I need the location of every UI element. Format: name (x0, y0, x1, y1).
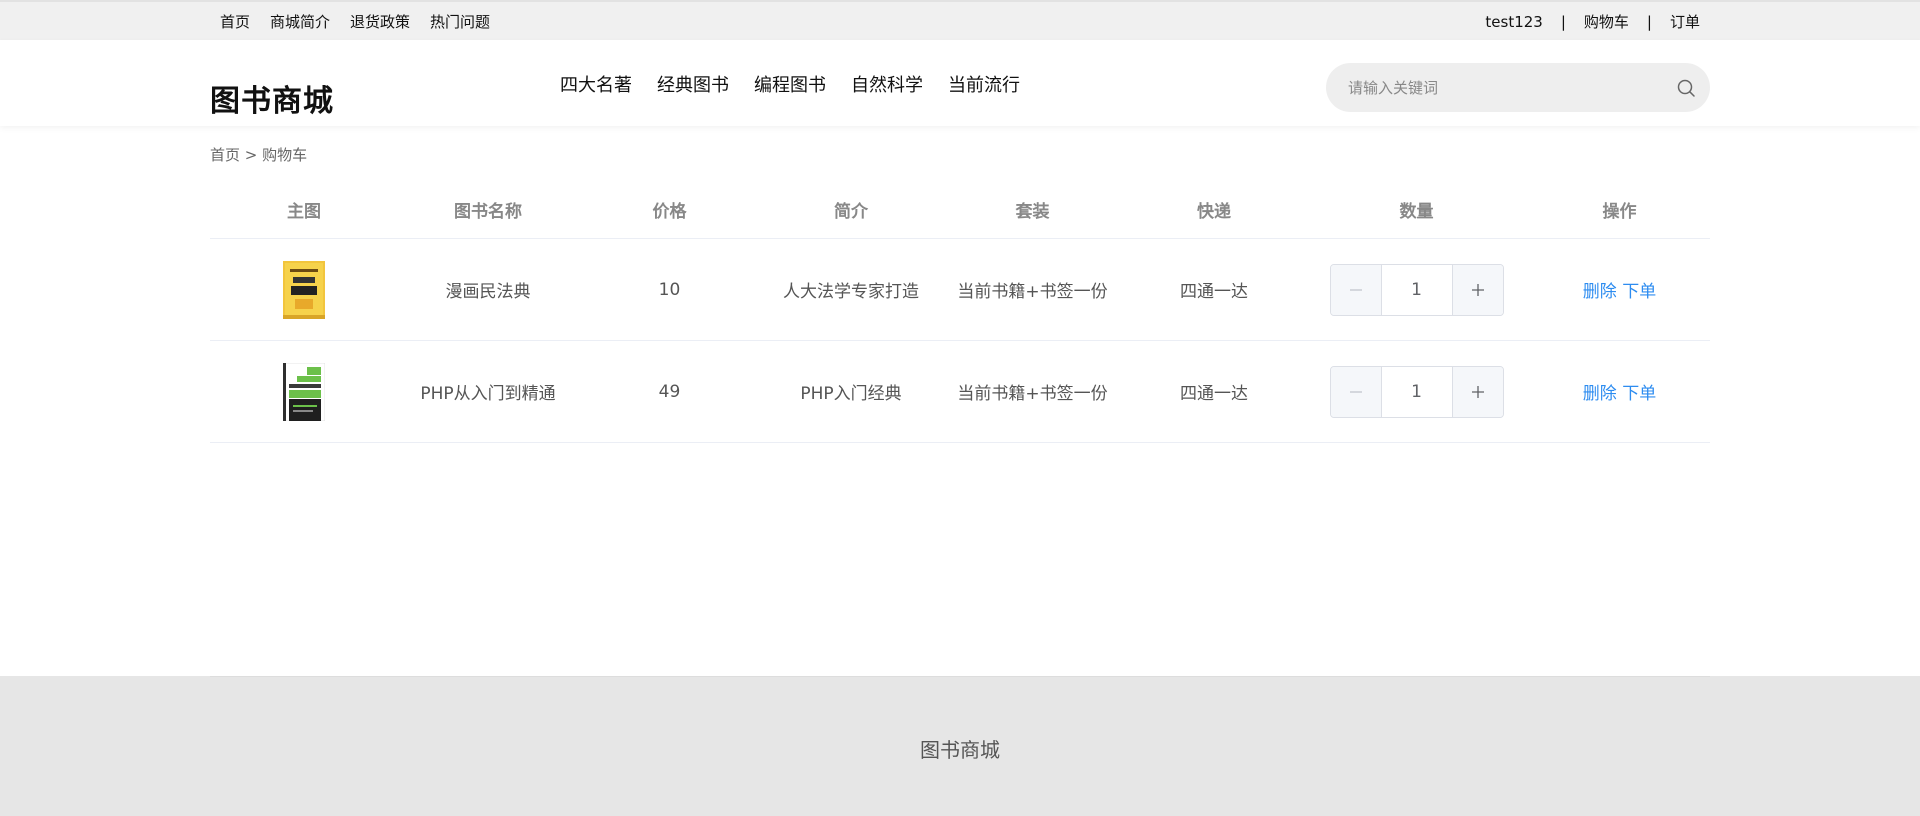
top-bar: 首页 商城简介 退货政策 热门问题 test123 | 购物车 | 订单 (0, 0, 1920, 40)
column-header-intro: 简介 (834, 201, 868, 222)
book-cover-image[interactable] (283, 362, 325, 421)
table-row: PHP从入门到精通 49 PHP入门经典 当前书籍+书签一份 四通一达 1 删除… (210, 341, 1710, 443)
column-header-set: 套装 (1015, 201, 1050, 222)
book-intro: 人大法学专家打造 (783, 282, 919, 302)
nav-item-classics-four[interactable]: 四大名著 (560, 71, 632, 97)
nav-item-science[interactable]: 自然科学 (851, 71, 923, 97)
column-header-name: 图书名称 (454, 201, 522, 222)
top-link-faq[interactable]: 热门问题 (430, 11, 490, 32)
quantity-value[interactable]: 1 (1382, 367, 1452, 417)
footer-divider (210, 676, 1710, 677)
nav-item-trending[interactable]: 当前流行 (948, 71, 1020, 97)
delete-link[interactable]: 删除 (1583, 282, 1617, 302)
separator: | (1560, 12, 1566, 31)
quantity-value[interactable]: 1 (1382, 265, 1452, 315)
quantity-stepper: 1 (1329, 263, 1504, 316)
quantity-stepper: 1 (1329, 365, 1504, 418)
book-price: 10 (658, 279, 681, 300)
book-price: 49 (658, 381, 681, 402)
category-nav: 四大名著 经典图书 编程图书 自然科学 当前流行 (560, 71, 1020, 97)
breadcrumb-current: 购物车 (262, 146, 308, 164)
column-header-express: 快递 (1197, 201, 1231, 222)
row-actions: 删除 下单 (1529, 379, 1710, 404)
increase-button[interactable] (1451, 366, 1503, 417)
cart-link[interactable]: 购物车 (1584, 11, 1629, 32)
site-logo[interactable]: 图书商城 (210, 76, 334, 120)
username-link[interactable]: test123 (1485, 13, 1542, 31)
increase-button[interactable] (1451, 264, 1503, 315)
nav-item-programming[interactable]: 编程图书 (754, 71, 826, 97)
column-header-actions: 操作 (1602, 201, 1637, 222)
column-header-quantity: 数量 (1399, 201, 1434, 222)
column-header-price: 价格 (652, 201, 687, 222)
nav-item-classic-books[interactable]: 经典图书 (657, 71, 729, 97)
search-box (1326, 63, 1710, 112)
header: 图书商城 四大名著 经典图书 编程图书 自然科学 当前流行 (0, 40, 1920, 126)
book-express: 四通一达 (1180, 282, 1248, 302)
search-icon[interactable] (1676, 78, 1696, 98)
decrease-button[interactable] (1330, 264, 1382, 315)
book-express: 四通一达 (1180, 384, 1248, 404)
column-header-image: 主图 (287, 201, 321, 222)
book-set: 当前书籍+书签一份 (957, 282, 1108, 302)
table-row: 漫画民法典 10 人大法学专家打造 当前书籍+书签一份 四通一达 1 删除 下单 (210, 239, 1710, 341)
minus-icon (1349, 390, 1362, 393)
book-intro: PHP入门经典 (800, 384, 902, 404)
book-set: 当前书籍+书签一份 (957, 384, 1108, 404)
minus-icon (1349, 288, 1362, 291)
book-cover-image[interactable] (283, 260, 325, 319)
top-link-returns[interactable]: 退货政策 (350, 11, 410, 32)
footer-brand: 图书商城 (920, 738, 1000, 762)
order-link[interactable]: 下单 (1622, 384, 1656, 404)
delete-link[interactable]: 删除 (1583, 384, 1617, 404)
book-name[interactable]: PHP从入门到精通 (398, 379, 578, 404)
book-name[interactable]: 漫画民法典 (398, 277, 578, 302)
top-link-home[interactable]: 首页 (220, 11, 250, 32)
order-link[interactable]: 下单 (1622, 282, 1656, 302)
search-input[interactable] (1348, 77, 1648, 99)
user-links: test123 | 购物车 | 订单 (1485, 11, 1700, 32)
row-actions: 删除 下单 (1529, 277, 1710, 302)
top-links: 首页 商城简介 退货政策 热门问题 (220, 11, 490, 32)
decrease-button[interactable] (1330, 366, 1382, 417)
cart-table: 主图 图书名称 价格 简介 套装 快递 数量 操作 漫画民法典 10 人大法学专… (210, 180, 1710, 443)
separator: | (1646, 12, 1652, 31)
breadcrumb: 首页 > 购物车 (210, 144, 307, 165)
breadcrumb-separator: > (244, 146, 258, 164)
table-header: 主图 图书名称 价格 简介 套装 快递 数量 操作 (210, 180, 1710, 239)
plus-icon (1471, 385, 1484, 398)
top-link-about[interactable]: 商城简介 (270, 11, 330, 32)
plus-icon (1471, 283, 1484, 296)
footer: 图书商城 (0, 676, 1920, 816)
breadcrumb-home[interactable]: 首页 (210, 146, 240, 164)
orders-link[interactable]: 订单 (1670, 11, 1700, 32)
